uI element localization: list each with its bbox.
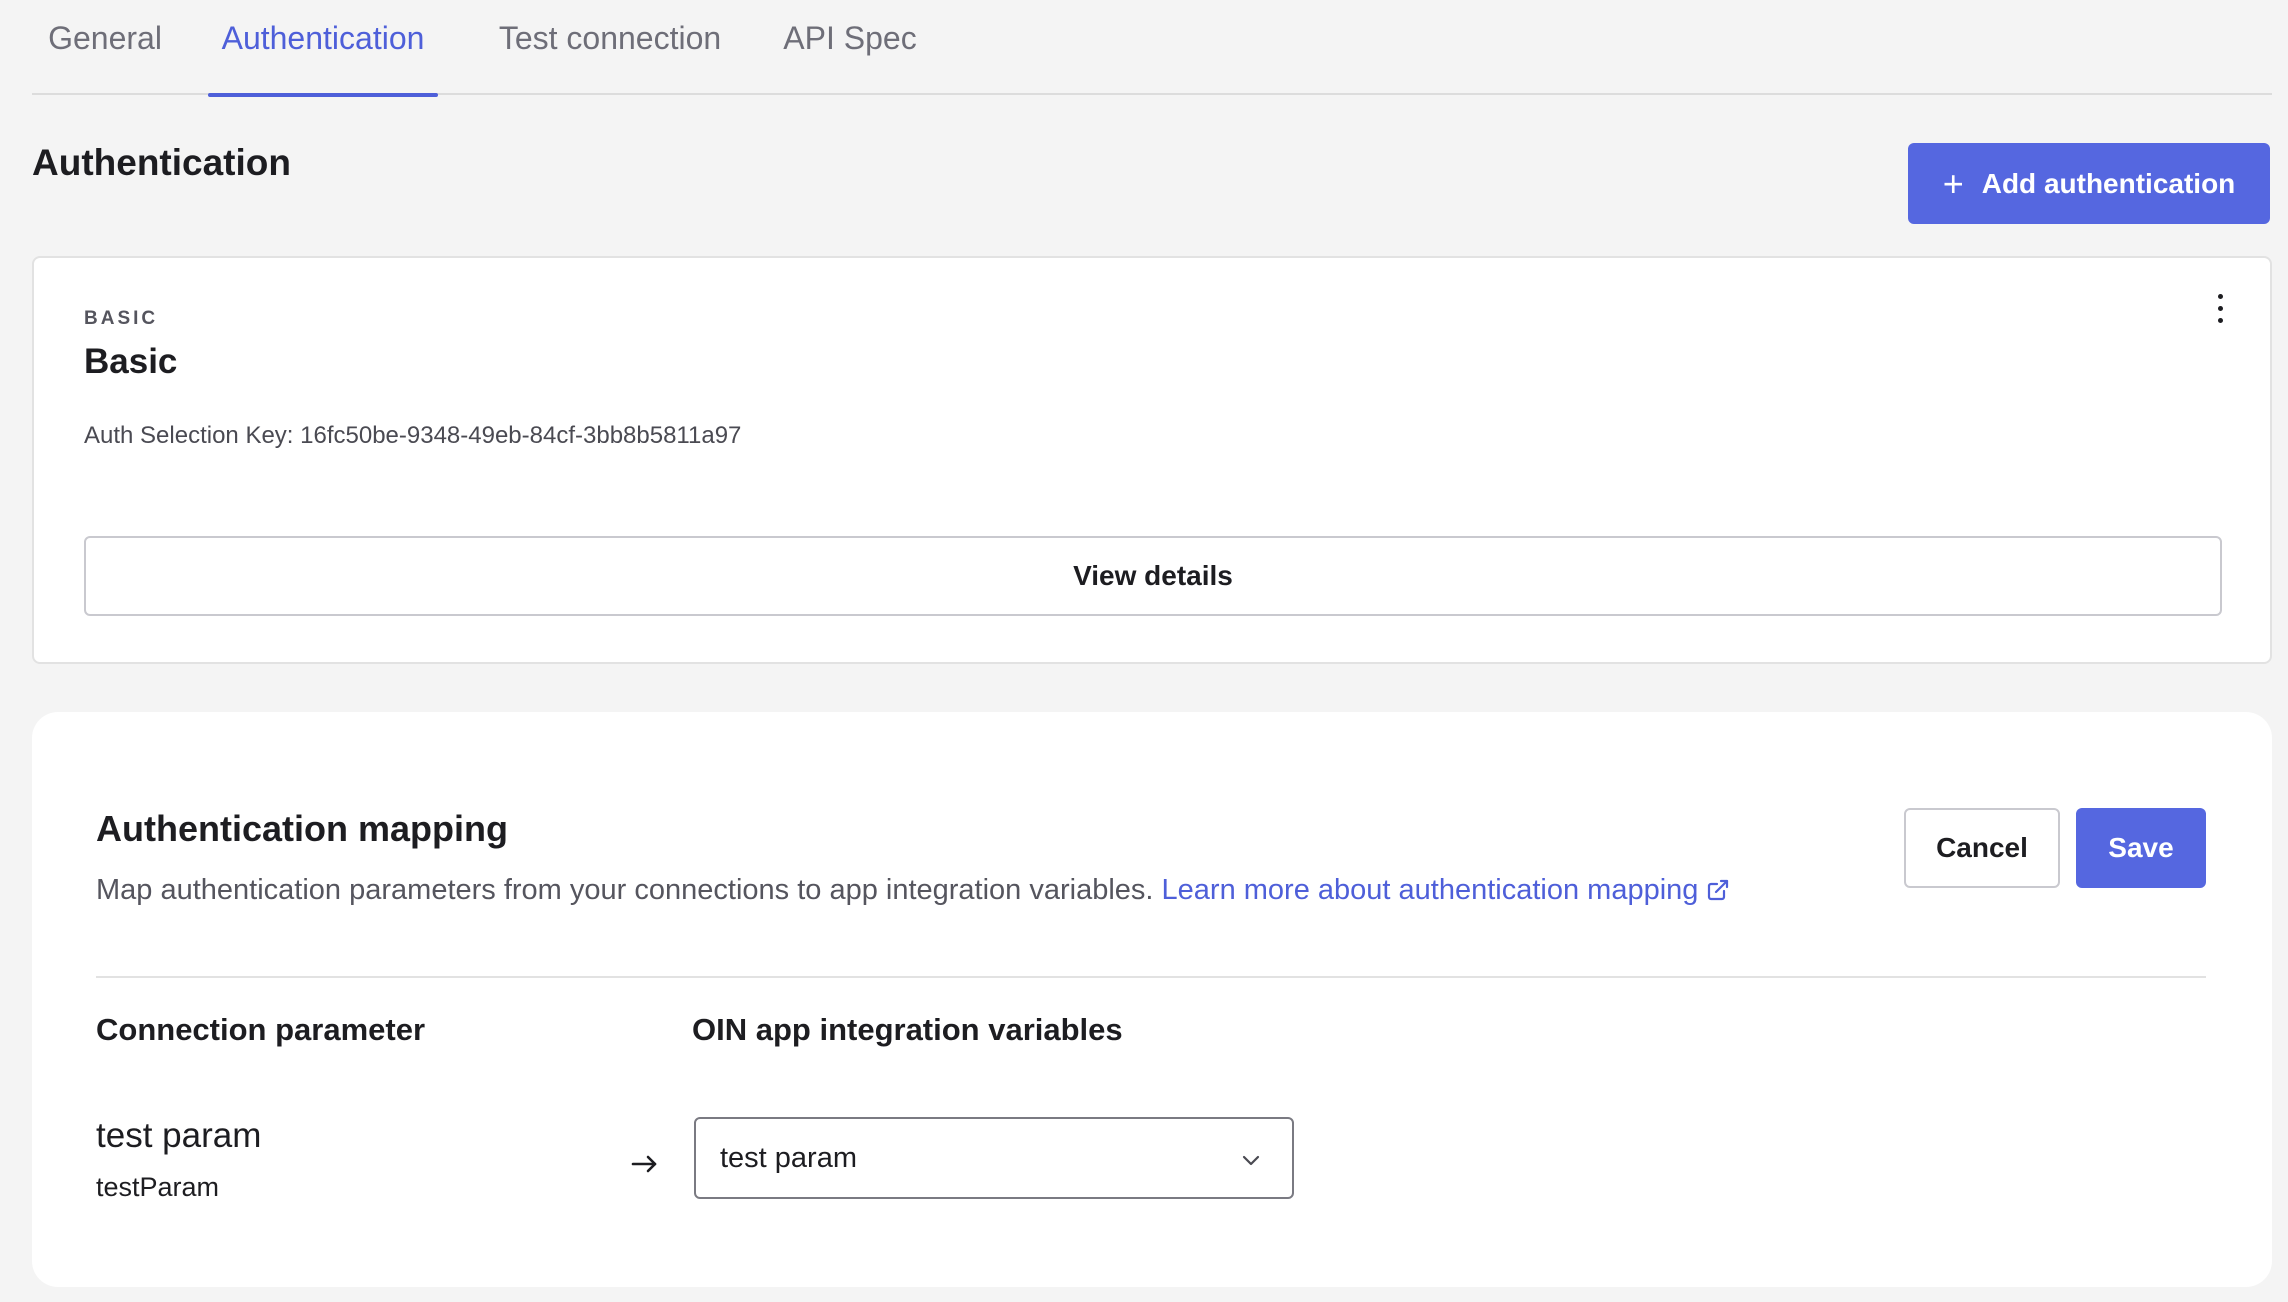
tab-api-spec[interactable]: API Spec — [780, 0, 920, 95]
auth-name: Basic — [84, 342, 178, 381]
auth-selection-key: Auth Selection Key: 16fc50be-9348-49eb-8… — [84, 422, 742, 449]
save-button[interactable]: Save — [2076, 808, 2206, 888]
auth-card: BASIC Basic Auth Selection Key: 16fc50be… — [32, 256, 2272, 664]
learn-more-link[interactable]: Learn more about authentication mapping — [1162, 874, 1731, 906]
variable-select-value: test param — [720, 1141, 857, 1174]
tab-test-connection[interactable]: Test connection — [490, 0, 730, 95]
param-key: testParam — [96, 1172, 220, 1202]
cancel-button[interactable]: Cancel — [1904, 808, 2060, 888]
param-label: test param — [96, 1116, 262, 1155]
variable-select[interactable]: test param — [694, 1117, 1294, 1199]
view-details-button[interactable]: View details — [84, 536, 2222, 616]
connection-parameter-header: Connection parameter — [96, 1012, 426, 1047]
oin-variables-header: OIN app integration variables — [692, 1012, 1123, 1047]
auth-type-label: BASIC — [84, 308, 159, 329]
mapping-description-text: Map authentication parameters from your … — [96, 874, 1154, 906]
tab-authentication[interactable]: Authentication — [208, 0, 438, 97]
divider — [96, 976, 2206, 978]
tab-general[interactable]: General — [40, 0, 170, 95]
plus-icon: + — [1942, 162, 1964, 204]
page: General Authentication Test connection A… — [0, 0, 2288, 1302]
arrow-right-icon — [631, 1155, 657, 1173]
mapping-description: Map authentication parameters from your … — [96, 874, 1730, 907]
add-authentication-button[interactable]: + Add authentication — [1908, 143, 2270, 224]
tab-bar: General Authentication Test connection A… — [32, 0, 2272, 97]
learn-more-label: Learn more about authentication mapping — [1161, 874, 1699, 906]
more-vertical-icon[interactable] — [2210, 288, 2230, 328]
chevron-down-icon — [1242, 1155, 1260, 1166]
authentication-mapping-card: Authentication mapping Map authenticatio… — [32, 712, 2272, 1287]
mapping-title: Authentication mapping — [96, 808, 508, 849]
section-title: Authentication — [32, 142, 291, 183]
add-authentication-label: Add authentication — [1981, 167, 2236, 199]
external-link-icon — [1708, 879, 1729, 901]
